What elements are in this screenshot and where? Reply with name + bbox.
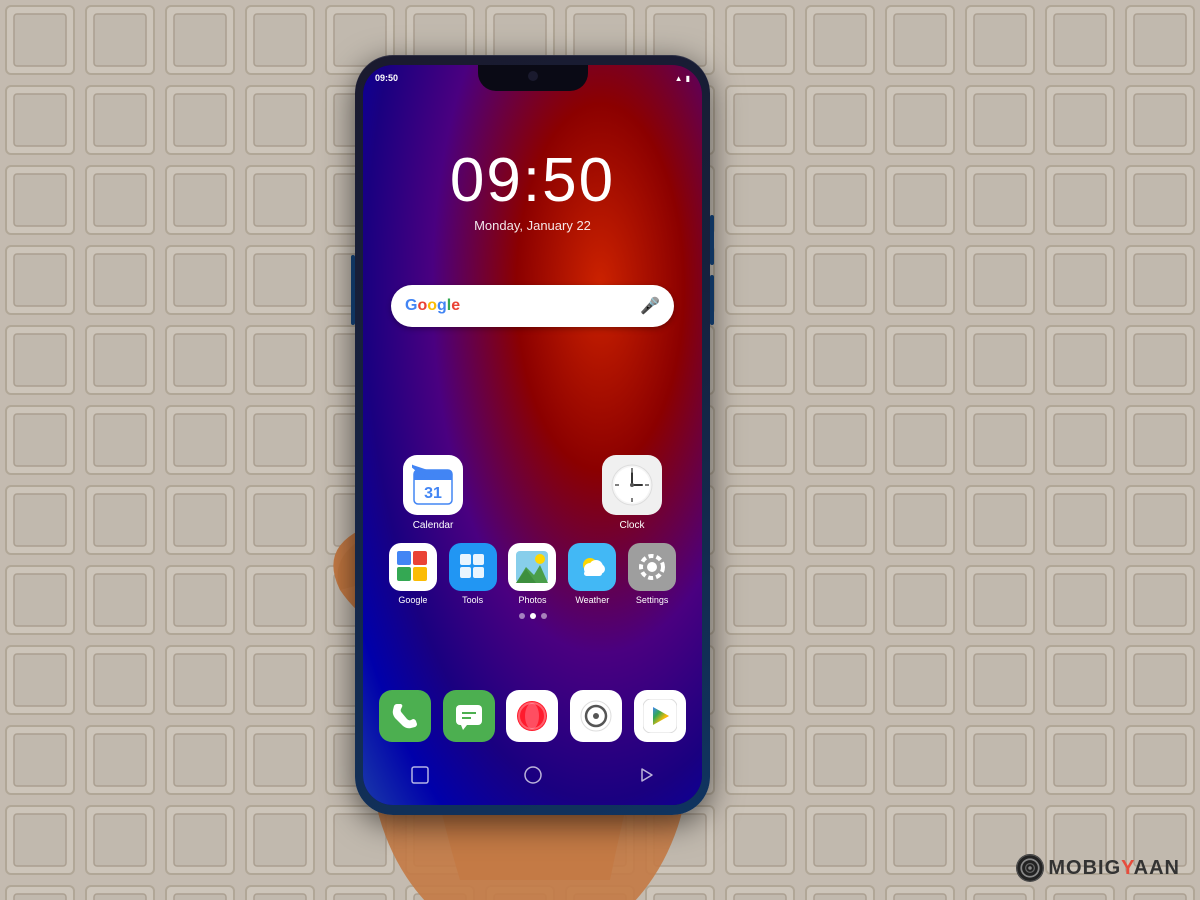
svg-text:31: 31 [424, 485, 442, 502]
clock-time: 09:50 [363, 145, 702, 216]
small-icons-row: Google Tools [383, 543, 682, 605]
back-button[interactable] [405, 765, 435, 785]
home-button[interactable] [518, 765, 548, 785]
power-button[interactable] [351, 255, 355, 325]
weather-label: Weather [575, 595, 609, 605]
dot-3 [541, 613, 547, 619]
google-logo: Google [405, 297, 460, 315]
app-photos[interactable]: Photos [508, 543, 556, 605]
app-weather[interactable]: Weather [568, 543, 616, 605]
app-settings[interactable]: Settings [628, 543, 676, 605]
mic-icon[interactable]: 🎤 [640, 296, 660, 316]
phone-body: 09:50 ▲ ▮ 09:50 Monday, January 22 Googl… [355, 55, 710, 815]
wifi-icon: ▲ [675, 74, 683, 83]
photos-icon [508, 543, 556, 591]
photos-label: Photos [518, 595, 546, 605]
volume-down-button[interactable] [710, 275, 714, 325]
app-dock [373, 682, 692, 750]
weather-icon [568, 543, 616, 591]
status-icons: ▲ ▮ [675, 74, 690, 83]
app-clock[interactable]: Clock [602, 455, 662, 531]
tools-label: Tools [462, 595, 483, 605]
watermark-text: MOBIGYAAN [1048, 857, 1180, 880]
dot-1 [519, 613, 525, 619]
dock-opera[interactable] [506, 690, 558, 742]
settings-icon [628, 543, 676, 591]
clock-icon [602, 455, 662, 515]
volume-up-button[interactable] [710, 215, 714, 265]
dock-messages[interactable] [443, 690, 495, 742]
dock-phone[interactable] [379, 690, 431, 742]
recents-button[interactable] [631, 765, 661, 785]
app-calendar[interactable]: 31 Calendar [403, 455, 463, 531]
watermark: MOBIGYAAN [1016, 854, 1180, 882]
app-google[interactable]: Google [389, 543, 437, 605]
dot-2 [530, 613, 536, 619]
page-dots [383, 613, 682, 619]
status-time: 09:50 [375, 73, 398, 83]
clock-display: 09:50 Monday, January 22 [363, 145, 702, 233]
phone-screen: 09:50 ▲ ▮ 09:50 Monday, January 22 Googl… [363, 65, 702, 805]
battery-icon: ▮ [686, 74, 690, 83]
calendar-icon: 31 [403, 455, 463, 515]
app-tools[interactable]: Tools [449, 543, 497, 605]
tools-icon [449, 543, 497, 591]
nav-bar [363, 755, 702, 795]
large-icons-row: 31 Calendar [383, 455, 682, 531]
google-search-bar[interactable]: Google 🎤 [391, 285, 674, 327]
google-app-label: Google [398, 595, 427, 605]
clock-label: Clock [619, 520, 644, 531]
dock-camera[interactable] [570, 690, 622, 742]
dock-playstore[interactable] [634, 690, 686, 742]
settings-label: Settings [636, 595, 669, 605]
status-bar: 09:50 ▲ ▮ [363, 65, 702, 91]
google-app-icon [389, 543, 437, 591]
calendar-label: Calendar [413, 520, 454, 531]
watermark-logo [1016, 854, 1044, 882]
apps-grid: 31 Calendar [383, 455, 682, 627]
clock-date: Monday, January 22 [363, 218, 702, 233]
